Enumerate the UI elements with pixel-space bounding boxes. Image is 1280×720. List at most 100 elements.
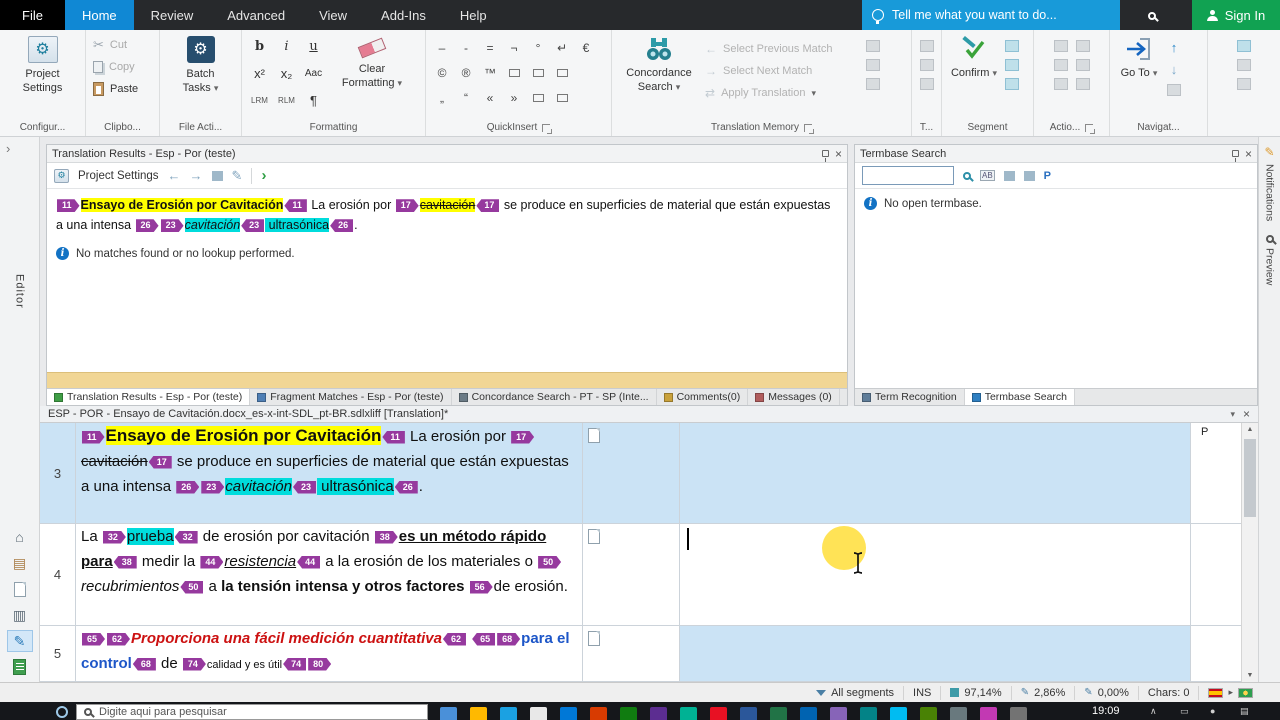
taskbar-app-icon[interactable] xyxy=(770,707,787,720)
window-icon-3[interactable] xyxy=(1237,78,1251,90)
project-settings-link[interactable]: Project Settings xyxy=(78,170,159,182)
drawer-icon[interactable]: ▤ xyxy=(7,552,33,574)
segment-tag-close[interactable]: 62 xyxy=(442,632,466,646)
segment-tag-close[interactable]: 17 xyxy=(476,199,500,213)
edit-icon[interactable]: ✎ xyxy=(232,168,243,184)
termbase-p-icon[interactable]: P xyxy=(1044,170,1051,182)
quickinsert-symbol[interactable]: » xyxy=(502,89,526,107)
segment-tag-close[interactable]: 50 xyxy=(180,580,204,594)
draft-percentage[interactable]: ✎ 2,86% xyxy=(1010,685,1075,700)
taskbar-app-icon[interactable] xyxy=(470,707,487,720)
collapse-chevron-icon[interactable]: › xyxy=(0,137,10,156)
tray-icon[interactable]: ▤ xyxy=(1240,706,1249,717)
action-icon-6[interactable] xyxy=(1075,78,1090,90)
scrollbar-thumb[interactable] xyxy=(1244,439,1256,517)
segment-number[interactable]: 5 xyxy=(40,626,76,682)
segment-tag-open[interactable]: 23 xyxy=(161,219,184,232)
up-arrow-icon[interactable]: ↑ xyxy=(1171,40,1178,55)
quickinsert-symbol[interactable] xyxy=(526,64,550,82)
tray-icon[interactable]: ▭ xyxy=(1180,706,1189,717)
segment-tag-open[interactable]: 44 xyxy=(200,556,223,569)
home-icon[interactable]: ⌂ xyxy=(7,526,33,548)
terminology-icon-3[interactable] xyxy=(919,78,934,90)
taskbar-app-icon[interactable] xyxy=(590,707,607,720)
close-icon[interactable]: × xyxy=(835,148,842,160)
sign-in-button[interactable]: Sign In xyxy=(1192,0,1280,30)
formatting-button[interactable]: u xyxy=(300,34,327,59)
quickinsert-symbol[interactable]: „ xyxy=(430,89,454,107)
tm-lookup-icon[interactable] xyxy=(866,59,880,71)
menu-tab-file[interactable]: File xyxy=(0,0,65,30)
segment-tag-open[interactable]: 68 xyxy=(497,633,520,646)
segment-source[interactable]: 11 Ensayo de Erosión por Cavitación 11 La … xyxy=(76,423,583,524)
copy-button[interactable]: Copy xyxy=(90,56,155,78)
segment-number[interactable]: 4 xyxy=(40,524,76,626)
pin-icon[interactable] xyxy=(1231,150,1239,162)
batch-tasks-button[interactable]: ⚙ Batch Tasks ▾ xyxy=(165,34,237,119)
segment-tag-open[interactable]: 50 xyxy=(538,556,561,569)
taskbar-app-icon[interactable] xyxy=(950,707,967,720)
results-tab[interactable]: Concordance Search - PT - SP (Inte... xyxy=(452,389,657,405)
window-icon-2[interactable] xyxy=(1237,59,1251,71)
segment-number[interactable]: 3 xyxy=(40,423,76,524)
segment-tag-close[interactable]: 26 xyxy=(330,219,354,233)
quickinsert-symbol[interactable] xyxy=(550,89,574,107)
segment-tag-open[interactable]: 26 xyxy=(176,481,199,494)
quickinsert-symbol[interactable]: ° xyxy=(526,39,550,57)
taskbar-app-icon[interactable] xyxy=(920,707,937,720)
notifications-tab[interactable]: ✎ Notifications xyxy=(1264,145,1276,221)
segment-tag-open[interactable]: 62 xyxy=(107,633,130,646)
segment-tag-close[interactable]: 74 xyxy=(283,657,307,671)
menu-tab-advanced[interactable]: Advanced xyxy=(210,0,302,30)
quickinsert-symbol[interactable]: – xyxy=(430,39,454,57)
project-settings-small-icon[interactable]: ⚙ xyxy=(54,168,69,183)
taskbar-app-icon[interactable] xyxy=(860,707,877,720)
segment-target[interactable] xyxy=(680,524,1191,626)
segment-action-icon[interactable] xyxy=(1005,40,1019,52)
formatting-button[interactable]: i xyxy=(273,34,300,59)
action-icon-2[interactable] xyxy=(1053,59,1068,71)
tray-icon[interactable]: ● xyxy=(1210,706,1215,716)
scroll-down-icon[interactable]: ▼ xyxy=(1242,672,1258,679)
action-icon-5[interactable] xyxy=(1075,59,1090,71)
taskbar-app-icon[interactable] xyxy=(650,707,667,720)
vertical-scrollbar[interactable]: ▲ ▼ xyxy=(1241,423,1258,682)
termbase-tab[interactable]: Termbase Search xyxy=(964,389,1075,405)
segment-action-icon-3[interactable] xyxy=(1005,78,1019,90)
taskbar-app-icon[interactable] xyxy=(680,707,697,720)
taskbar-clock[interactable]: 19:09 xyxy=(1092,705,1120,717)
segment-source[interactable]: 65 62 Proporciona una fácil medición cuant… xyxy=(76,626,583,682)
cut-button[interactable]: ✂ Cut xyxy=(90,34,155,56)
segment-status[interactable] xyxy=(583,423,680,524)
action-icon-4[interactable] xyxy=(1075,40,1090,52)
reviewed-percentage[interactable]: ✎ 0,00% xyxy=(1074,685,1138,700)
search-icon[interactable] xyxy=(1148,8,1156,23)
menu-tab-addins[interactable]: Add-Ins xyxy=(364,0,443,30)
select-next-match-button[interactable]: → Select Next Match xyxy=(705,64,863,78)
menu-tab-review[interactable]: Review xyxy=(134,0,211,30)
confirm-button[interactable]: Confirm ▾ xyxy=(946,34,1002,119)
tm-view-icon[interactable] xyxy=(211,170,223,181)
taskbar-app-icon[interactable] xyxy=(560,707,577,720)
segment-tag-close[interactable]: 11 xyxy=(382,430,405,444)
segment-tag-open[interactable]: 11 xyxy=(57,199,80,212)
project-settings-button[interactable]: ⚙ Project Settings xyxy=(7,34,79,119)
report-icon[interactable]: ▥ xyxy=(7,604,33,626)
quickinsert-symbol[interactable]: € xyxy=(574,39,598,57)
segment-tag-open[interactable]: 65 xyxy=(82,633,105,646)
menu-tab-home[interactable]: Home xyxy=(64,0,134,30)
segment-action-icon-2[interactable] xyxy=(1005,59,1019,71)
quickinsert-symbol[interactable]: = xyxy=(478,39,502,57)
next-result-icon[interactable]: → xyxy=(190,168,203,183)
expand-chevron-icon[interactable]: › xyxy=(261,167,266,184)
segment-tag-open[interactable]: 74 xyxy=(183,658,206,671)
results-tab[interactable]: Translation Results - Esp - Por (teste) xyxy=(47,389,251,405)
segment-filter[interactable]: All segments xyxy=(807,686,903,700)
results-tab[interactable]: Fragment Matches - Esp - Por (teste) xyxy=(250,389,452,405)
segment-tag-close[interactable]: 23 xyxy=(241,219,265,233)
terminology-icon[interactable] xyxy=(919,40,934,52)
formatting-button[interactable]: Aac xyxy=(300,61,327,86)
quickinsert-symbol[interactable] xyxy=(502,64,526,82)
segment-tag-open[interactable]: 26 xyxy=(136,219,159,232)
terminology-icon-2[interactable] xyxy=(919,59,934,71)
